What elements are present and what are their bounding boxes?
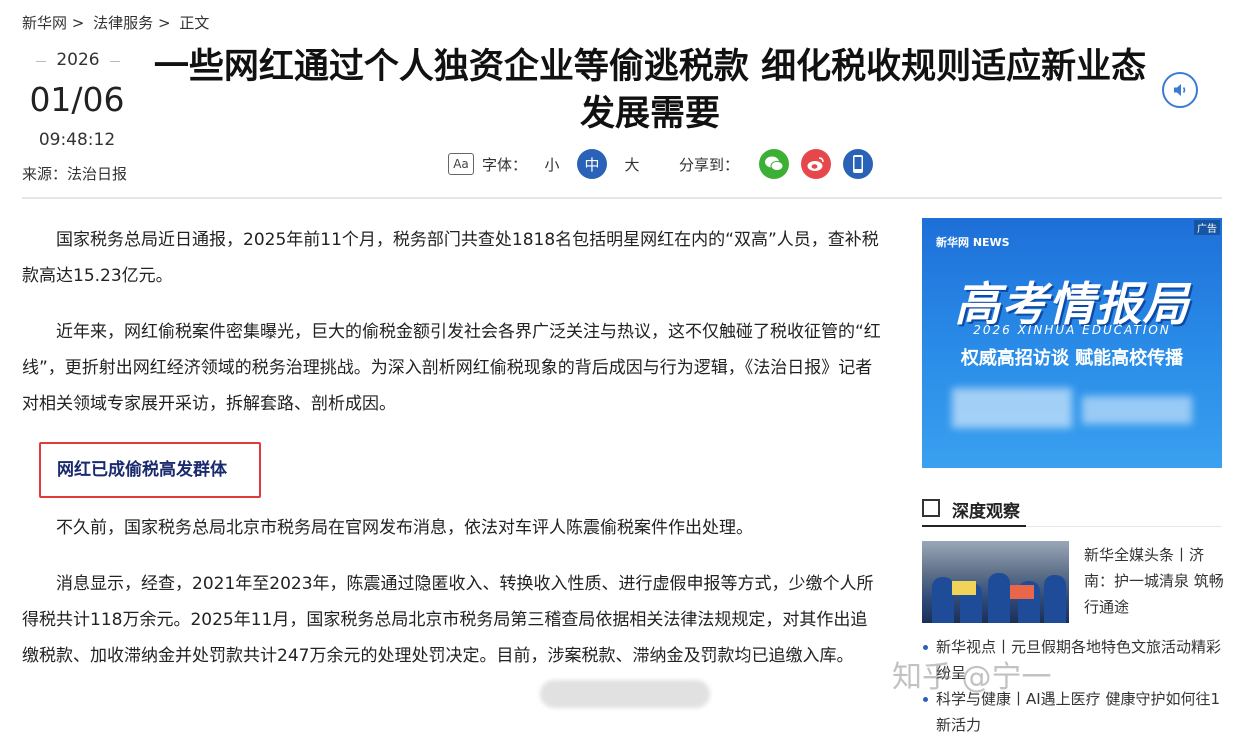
font-size-medium-button[interactable]: 中 (577, 149, 608, 179)
ad-tag: 广告 (1194, 220, 1220, 235)
font-size-icon: Aa (448, 153, 474, 175)
subheading-highlight: 网红已成偷税高发群体 (39, 442, 261, 498)
ad-slogan: 权威高招访谈 赋能高校传播 (960, 348, 1184, 369)
font-size-label: 字体： (482, 155, 528, 174)
audio-play-button[interactable] (1162, 72, 1198, 108)
wechat-share-button[interactable] (759, 149, 790, 179)
blurred-region (952, 388, 1072, 428)
article-toolbar: Aa 字体： 小 中 大 分享到： (448, 148, 874, 180)
publish-year: 2026 (36, 50, 120, 70)
article-paragraph: 消息显示，经查，2021年至2023年，陈震通过隐匿收入、转换收入性质、进行虚假… (22, 574, 874, 666)
section-header: 深度观察 (922, 494, 1222, 527)
article-subheading: 网红已成偷税高发群体 (57, 460, 227, 480)
watermark: 知乎 @宁一 (892, 660, 1052, 695)
weibo-share-button[interactable] (801, 149, 832, 179)
blurred-region (1082, 396, 1192, 424)
article-paragraph: 近年来，网红偷税案件密集曝光，巨大的偷税金额引发社会各界广泛关注与热议，这不仅触… (22, 322, 881, 414)
ad-subtitle: 2026 XINHUA EDUCATION (973, 323, 1171, 337)
article-body: 国家税务总局近日通报，2025年前11个月，税务部门共查处1818名包括明星网红… (22, 222, 884, 694)
mobile-share-button[interactable] (843, 149, 874, 179)
article-paragraph: 不久前，国家税务总局北京市税务局在官网发布消息，依法对车评人陈震偷税案件作出处理… (56, 518, 753, 538)
article-title: 一些网红通过个人独资企业等偷逃税款 细化税收规则适应新业态发展需要 (153, 47, 1147, 134)
font-size-large-button[interactable]: 大 (617, 149, 647, 179)
header-divider (22, 197, 1222, 199)
featured-news-image[interactable] (922, 541, 1069, 623)
publish-month-day: 01/06 (29, 80, 125, 119)
section-underline (922, 525, 1026, 527)
weibo-icon (807, 157, 824, 171)
mobile-icon (853, 155, 864, 173)
section-icon (922, 499, 940, 517)
breadcrumb-legal-link[interactable]: 法律服务 (93, 14, 153, 32)
speaker-icon (1174, 84, 1186, 96)
breadcrumb: 新华网 > 法律服务 > 正文 (22, 12, 213, 33)
blurred-overlay (540, 680, 710, 708)
breadcrumb-separator: > (157, 14, 171, 32)
article-paragraph: 国家税务总局近日通报，2025年前11个月，税务部门共查处1818名包括明星网红… (22, 230, 879, 286)
section-title: 深度观察 (952, 502, 1020, 522)
xinhua-logo: 新华网 NEWS (936, 236, 1010, 249)
font-size-small-button[interactable]: 小 (537, 149, 567, 179)
featured-news-link[interactable]: 新华全媒头条丨济南：护一城清泉 筑畅行通途 (1084, 542, 1224, 620)
publish-time: 09:48:12 (38, 130, 116, 150)
breadcrumb-current: 正文 (179, 14, 210, 32)
breadcrumb-home-link[interactable]: 新华网 (22, 14, 67, 32)
breadcrumb-separator: > (71, 14, 85, 32)
article-source: 来源：法治日报 (22, 165, 128, 183)
ad-banner[interactable]: 广告 新华网 NEWS 高考情报局 2026 XINHUA EDUCATION … (922, 218, 1222, 468)
share-label: 分享到： (679, 155, 740, 174)
wechat-icon (765, 156, 784, 172)
